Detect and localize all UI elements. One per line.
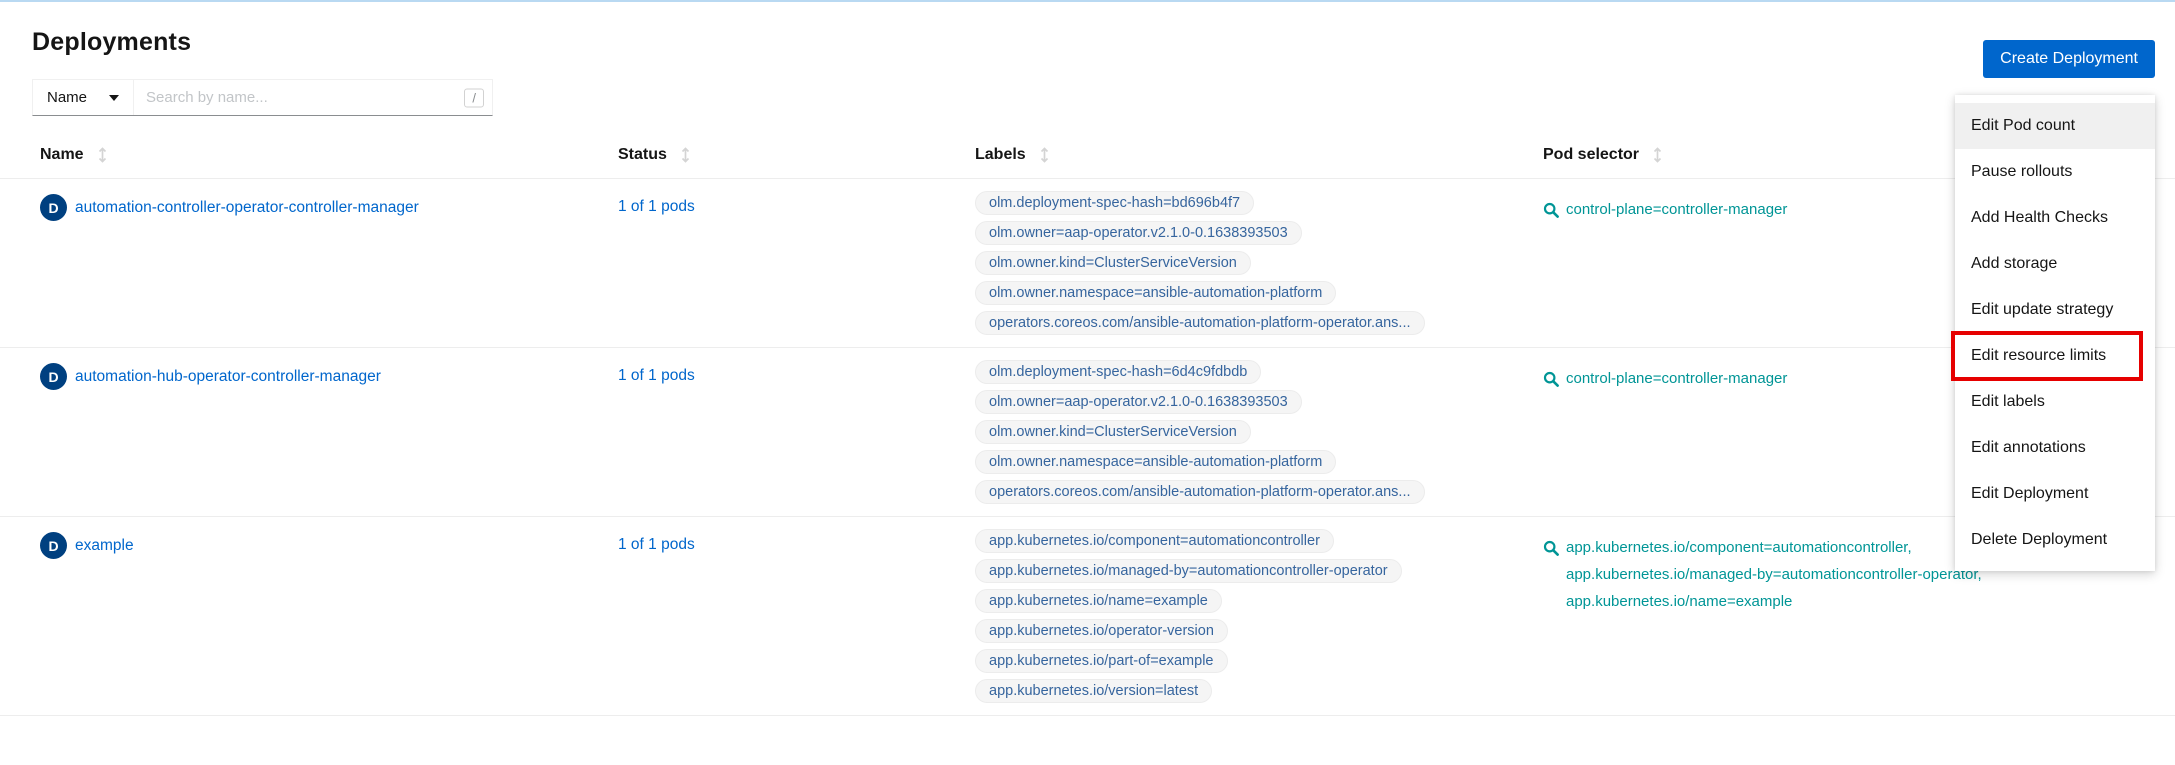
page-title: Deployments [32, 28, 2155, 57]
table-body: Dautomation-controller-operator-controll… [0, 179, 2175, 716]
table-row: Dautomation-controller-operator-controll… [0, 179, 2175, 348]
highlight-box [1951, 331, 2143, 381]
keyboard-shortcut-badge: / [464, 88, 484, 107]
label-pill: olm.owner.namespace=ansible-automation-p… [975, 281, 1336, 305]
search-icon [1543, 202, 1559, 218]
menu-item[interactable]: Edit labels [1955, 379, 2155, 425]
sort-arrows-icon [1653, 147, 1662, 163]
sort-arrows-icon [1040, 147, 1049, 163]
pod-selector-text: app.kubernetes.io/name=example [1566, 588, 1792, 615]
status-cell: 1 of 1 pods [618, 360, 975, 385]
label-pill: olm.deployment-spec-hash=bd696b4f7 [975, 191, 1254, 215]
menu-item[interactable]: Edit Deployment [1955, 471, 2155, 517]
menu-item[interactable]: Edit resource limits [1955, 333, 2155, 379]
create-deployment-button[interactable]: Create Deployment [1983, 40, 2155, 78]
name-cell: Dautomation-hub-operator-controller-mana… [40, 360, 618, 390]
column-header-labels[interactable]: Labels [975, 146, 1543, 164]
search-icon [1543, 371, 1559, 387]
pod-selector-text: control-plane=controller-manager [1566, 196, 1787, 223]
table-row: Dautomation-hub-operator-controller-mana… [0, 348, 2175, 517]
name-cell: Dexample [40, 529, 618, 559]
label-pill: olm.owner=aap-operator.v2.1.0-0.16383935… [975, 221, 1302, 245]
menu-item[interactable]: Add storage [1955, 241, 2155, 287]
label-pill: app.kubernetes.io/version=latest [975, 679, 1212, 703]
filter-toolbar: Name / [32, 79, 2175, 116]
sort-arrows-icon [681, 147, 690, 163]
label-pill: olm.owner.namespace=ansible-automation-p… [975, 450, 1336, 474]
search-input[interactable] [134, 80, 492, 115]
page-header: Deployments Create Deployment [0, 2, 2175, 57]
pods-status-link[interactable]: 1 of 1 pods [618, 367, 695, 384]
search-wrap: / [134, 80, 492, 115]
label-pill: operators.coreos.com/ansible-automation-… [975, 311, 1425, 335]
pod-selector-link[interactable]: app.kubernetes.io/name=example [1543, 588, 2103, 615]
deployment-badge: D [40, 363, 67, 390]
menu-item[interactable]: Delete Deployment [1955, 517, 2155, 563]
status-cell: 1 of 1 pods [618, 529, 975, 554]
name-cell: Dautomation-controller-operator-controll… [40, 191, 618, 221]
menu-item[interactable]: Edit annotations [1955, 425, 2155, 471]
menu-item[interactable]: Add Health Checks [1955, 195, 2155, 241]
label-pill: operators.coreos.com/ansible-automation-… [975, 480, 1425, 504]
label-pill: app.kubernetes.io/component=automationco… [975, 529, 1334, 553]
pods-status-link[interactable]: 1 of 1 pods [618, 536, 695, 553]
menu-item[interactable]: Pause rollouts [1955, 149, 2155, 195]
label-pill: app.kubernetes.io/part-of=example [975, 649, 1228, 673]
deployment-link[interactable]: automation-controller-operator-controlle… [75, 199, 419, 217]
deployment-link[interactable]: automation-hub-operator-controller-manag… [75, 368, 381, 386]
table-row: Dexample1 of 1 podsapp.kubernetes.io/com… [0, 517, 2175, 716]
filter-type-dropdown[interactable]: Name [33, 80, 134, 115]
sort-arrows-icon [98, 147, 107, 163]
column-header-name[interactable]: Name [40, 146, 618, 164]
label-pill: app.kubernetes.io/managed-by=automationc… [975, 559, 1402, 583]
label-pill: olm.owner=aap-operator.v2.1.0-0.16383935… [975, 390, 1302, 414]
pods-status-link[interactable]: 1 of 1 pods [618, 198, 695, 215]
label-pill: olm.owner.kind=ClusterServiceVersion [975, 251, 1251, 275]
search-icon [1543, 540, 1559, 556]
menu-item[interactable]: Edit update strategy [1955, 287, 2155, 333]
deployments-table: Name Status Labels Pod selector Dautomat… [0, 130, 2175, 716]
action-menu: Edit Pod countPause rolloutsAdd Health C… [1955, 95, 2155, 571]
filter-type-label: Name [47, 89, 87, 106]
pod-selector-text: control-plane=controller-manager [1566, 365, 1787, 392]
menu-item[interactable]: Edit Pod count [1955, 103, 2155, 149]
table-header-row: Name Status Labels Pod selector [0, 130, 2175, 179]
pod-selector-text: app.kubernetes.io/managed-by=automationc… [1566, 561, 1982, 588]
column-header-status[interactable]: Status [618, 146, 975, 164]
deployment-link[interactable]: example [75, 537, 134, 555]
status-cell: 1 of 1 pods [618, 191, 975, 216]
pod-selector-text: app.kubernetes.io/component=automationco… [1566, 534, 1912, 561]
deployment-badge: D [40, 194, 67, 221]
label-pill: olm.deployment-spec-hash=6d4c9fdbdb [975, 360, 1261, 384]
label-pill: olm.owner.kind=ClusterServiceVersion [975, 420, 1251, 444]
filter-group: Name / [32, 79, 493, 116]
chevron-down-icon [109, 95, 119, 101]
labels-cell: olm.deployment-spec-hash=6d4c9fdbdb olm.o… [975, 360, 1543, 504]
deployment-badge: D [40, 532, 67, 559]
labels-cell: olm.deployment-spec-hash=bd696b4f7 olm.ow… [975, 191, 1543, 335]
label-pill: app.kubernetes.io/name=example [975, 589, 1222, 613]
label-pill: app.kubernetes.io/operator-version [975, 619, 1228, 643]
labels-cell: app.kubernetes.io/component=automationco… [975, 529, 1543, 703]
